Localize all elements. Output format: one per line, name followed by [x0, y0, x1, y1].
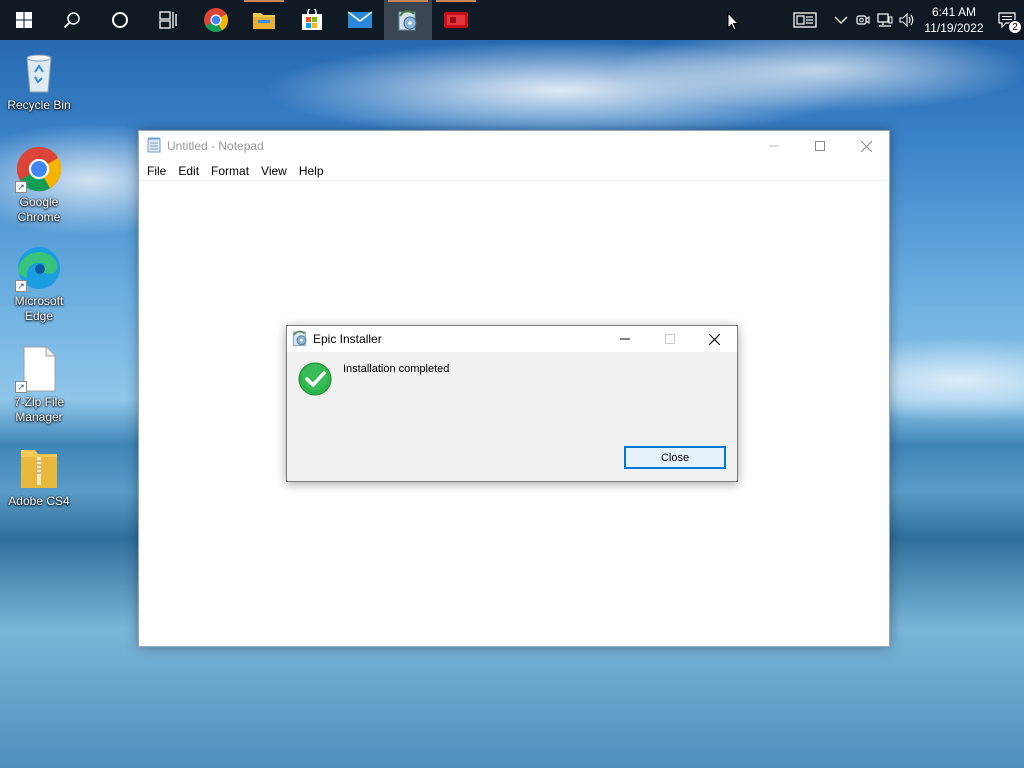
start-button[interactable] [0, 0, 48, 40]
windows-logo-icon [16, 12, 32, 28]
clock[interactable]: 6:41 AM 11/19/2022 [918, 0, 990, 40]
dialog-minimize-button[interactable] [602, 326, 647, 352]
installer-icon [292, 330, 307, 346]
menu-format[interactable]: Format [205, 164, 255, 178]
network-icon [877, 13, 893, 27]
installer-dialog: Epic Installer Installation completed Cl… [286, 325, 738, 482]
desktop-icon-adobe-cs4[interactable]: Adobe CS4 [4, 444, 74, 509]
action-center-button[interactable]: 2 [990, 0, 1024, 40]
cortana-button[interactable] [96, 0, 144, 40]
task-view-button[interactable] [144, 0, 192, 40]
mail-button[interactable] [336, 0, 384, 40]
file-explorer-button[interactable] [240, 0, 288, 40]
news-widget-button[interactable] [780, 0, 830, 40]
volume-button[interactable] [896, 0, 918, 40]
camera-icon [856, 15, 870, 25]
shortcut-arrow-icon: ↗ [15, 381, 27, 393]
cortana-icon [112, 12, 128, 28]
volume-icon [899, 13, 914, 27]
shortcut-arrow-icon: ↗ [15, 280, 27, 292]
minimize-icon [769, 145, 779, 147]
desktop-icon-recycle-bin[interactable]: Recycle Bin [4, 48, 74, 113]
news-icon [793, 12, 817, 28]
shortcut-arrow-icon: ↗ [15, 181, 27, 193]
desktop-icon-microsoft-edge[interactable]: ↗ Microsoft Edge [4, 244, 74, 324]
store-button[interactable] [288, 0, 336, 40]
task-view-icon [159, 11, 177, 29]
maximize-icon [815, 141, 825, 151]
desktop-icon-label: Microsoft Edge [14, 294, 64, 323]
network-button[interactable] [874, 0, 896, 40]
clock-date: 11/19/2022 [924, 21, 984, 35]
desktop-icon-7zip[interactable]: ↗ 7-Zip File Manager [4, 345, 74, 425]
recycle-bin-icon [26, 54, 52, 93]
notepad-maximize-button[interactable] [797, 131, 843, 161]
notification-count-badge: 2 [1008, 20, 1022, 34]
installer-button[interactable] [384, 0, 432, 40]
close-icon [709, 333, 720, 345]
dialog-close-button[interactable]: Close [624, 446, 726, 469]
desktop-icon-label: Google Chrome [17, 195, 61, 224]
close-icon [860, 140, 872, 152]
folder-icon [253, 13, 275, 29]
dialog-message: Installation completed [343, 363, 450, 375]
mail-icon [347, 11, 373, 28]
maximize-icon [664, 334, 675, 344]
notepad-minimize-button[interactable] [751, 131, 797, 161]
menu-edit[interactable]: Edit [172, 164, 205, 178]
menu-view[interactable]: View [255, 164, 293, 178]
dialog-maximize-button [647, 326, 692, 352]
mouse-cursor-icon [727, 11, 740, 36]
success-check-icon [298, 362, 332, 401]
red-app-button[interactable] [432, 0, 480, 40]
notepad-icon [147, 137, 161, 152]
desktop-icon-label: Recycle Bin [7, 98, 71, 112]
dialog-title: Epic Installer [313, 332, 382, 346]
notepad-close-button[interactable] [843, 131, 889, 161]
store-icon [302, 9, 322, 30]
notepad-title: Untitled - Notepad [167, 139, 264, 153]
desktop-icon-google-chrome[interactable]: ↗ Google Chrome [4, 145, 74, 225]
chevron-up-icon [834, 16, 848, 24]
search-button[interactable] [48, 0, 96, 40]
chrome-icon [204, 8, 229, 33]
desktop-icon-label: 7-Zip File Manager [13, 395, 64, 424]
minimize-icon [619, 338, 630, 340]
chrome-button[interactable] [192, 0, 240, 40]
system-tray: 6:41 AM 11/19/2022 2 [780, 0, 1024, 40]
installer-icon [398, 10, 417, 31]
zip-folder-icon [21, 450, 57, 488]
taskbar: 6:41 AM 11/19/2022 2 [0, 0, 1024, 40]
meet-now-button[interactable] [852, 0, 874, 40]
dialog-close-x-button[interactable] [692, 326, 737, 352]
notepad-menu-bar: File Edit Format View Help [139, 161, 889, 181]
search-icon [63, 12, 80, 29]
menu-file[interactable]: File [141, 164, 172, 178]
clock-time: 6:41 AM [931, 5, 976, 19]
red-app-icon [444, 12, 468, 28]
hidden-icons-button[interactable] [830, 0, 852, 40]
desktop-icon-label: Adobe CS4 [8, 494, 70, 508]
menu-help[interactable]: Help [293, 164, 330, 178]
